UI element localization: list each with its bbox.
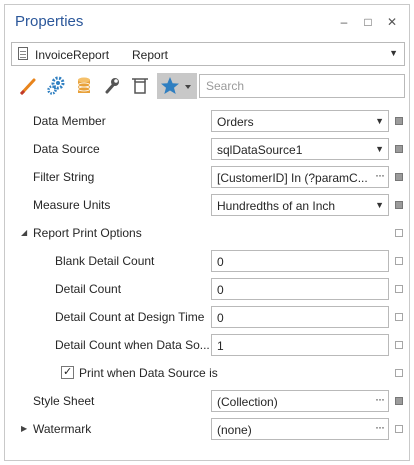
watermark-editor[interactable]: (none) ···	[211, 418, 389, 440]
collapse-triangle-icon[interactable]: ◢	[21, 228, 27, 237]
property-marker-icon[interactable]	[395, 173, 403, 181]
gears-icon	[47, 76, 65, 95]
measure-units-dropdown[interactable]: Hundredths of an Inch ▼	[211, 194, 389, 216]
property-marker-icon[interactable]	[395, 201, 403, 209]
label-print-when-empty: Print when Data Source is	[79, 366, 218, 380]
watermark-value: (none)	[217, 423, 252, 437]
row-watermark[interactable]: ▶ Watermark (none) ···	[11, 415, 405, 443]
report-icon	[18, 47, 28, 60]
detail-count-design-input[interactable]: 0	[211, 306, 389, 328]
row-blank-detail-count: Blank Detail Count 0	[11, 247, 405, 275]
search-input[interactable]: Search	[199, 74, 405, 98]
row-data-member: Data Member Orders ▼	[11, 107, 405, 135]
data-source-dropdown[interactable]: sqlDataSource1 ▼	[211, 138, 389, 160]
close-button[interactable]: ✕	[383, 13, 401, 31]
wrench-icon	[105, 78, 119, 94]
row-filter-string: Filter String [CustomerID] In (?paramC..…	[11, 163, 405, 191]
row-measure-units: Measure Units Hundredths of an Inch ▼	[11, 191, 405, 219]
ellipsis-button[interactable]: ···	[375, 168, 385, 182]
chevron-down-icon[interactable]: ▼	[375, 200, 384, 210]
style-sheet-value: (Collection)	[217, 395, 278, 409]
chevron-down-icon[interactable]: ▼	[389, 48, 398, 58]
panel-title: Properties	[15, 13, 84, 30]
detail-count-design-value: 0	[217, 311, 224, 325]
property-marker-icon[interactable]	[395, 229, 403, 237]
label-measure-units: Measure Units	[33, 198, 111, 212]
property-marker-icon[interactable]	[395, 397, 403, 405]
layout-icon	[132, 78, 148, 94]
design-button[interactable]	[99, 73, 125, 99]
property-marker-icon[interactable]	[395, 285, 403, 293]
filter-string-value: [CustomerID] In (?paramC...	[217, 171, 367, 185]
maximize-button[interactable]: □	[359, 13, 377, 31]
property-marker-icon[interactable]	[395, 117, 403, 125]
label-detail-count: Detail Count	[55, 282, 122, 296]
expand-triangle-icon[interactable]: ▶	[21, 424, 27, 433]
label-data-source: Data Source	[33, 142, 100, 156]
blank-detail-count-input[interactable]: 0	[211, 250, 389, 272]
ellipsis-button[interactable]: ···	[375, 420, 385, 434]
label-blank-detail-count: Blank Detail Count	[55, 254, 155, 268]
property-marker-icon[interactable]	[395, 369, 403, 377]
style-sheet-editor[interactable]: (Collection) ···	[211, 390, 389, 412]
row-detail-count-empty: Detail Count when Data So... 1	[11, 331, 405, 359]
row-detail-count-design: Detail Count at Design Time 0	[11, 303, 405, 331]
detail-count-empty-input[interactable]: 1	[211, 334, 389, 356]
data-source-value: sqlDataSource1	[217, 143, 303, 157]
row-style-sheet: Style Sheet (Collection) ···	[11, 387, 405, 415]
detail-count-value: 0	[217, 283, 224, 297]
row-detail-count: Detail Count 0	[11, 275, 405, 303]
label-style-sheet: Style Sheet	[33, 394, 95, 408]
label-detail-count-design: Detail Count at Design Time	[55, 310, 205, 324]
blank-detail-count-value: 0	[217, 255, 224, 269]
measure-units-value: Hundredths of an Inch	[217, 199, 336, 213]
minimize-button[interactable]: –	[335, 13, 353, 31]
object-name: InvoiceReport	[35, 48, 110, 62]
database-icon	[77, 77, 91, 93]
detail-count-empty-value: 1	[217, 339, 224, 353]
chevron-down-icon[interactable]: ▼	[375, 144, 384, 154]
ellipsis-button[interactable]: ···	[375, 392, 385, 406]
label-filter-string: Filter String	[33, 170, 95, 184]
object-selector[interactable]: InvoiceReport Report ▼	[11, 42, 405, 66]
property-marker-icon[interactable]	[395, 313, 403, 321]
label-detail-count-empty: Detail Count when Data So...	[55, 338, 210, 352]
label-watermark: Watermark	[33, 422, 92, 436]
filter-string-editor[interactable]: [CustomerID] In (?paramC... ···	[211, 166, 389, 188]
chevron-down-icon[interactable]: ▼	[375, 116, 384, 126]
print-when-empty-checkbox[interactable]	[61, 365, 74, 379]
label-data-member: Data Member	[33, 114, 106, 128]
property-marker-icon[interactable]	[395, 257, 403, 265]
property-marker-icon[interactable]	[395, 425, 403, 433]
layout-button[interactable]	[127, 73, 153, 99]
toolbar: Search	[11, 71, 405, 101]
row-report-print-options[interactable]: ◢ Report Print Options	[11, 219, 405, 247]
behavior-button[interactable]	[43, 73, 69, 99]
favorites-button[interactable]	[157, 73, 197, 99]
property-marker-icon[interactable]	[395, 145, 403, 153]
row-print-when-empty: Print when Data Source is	[11, 359, 405, 387]
data-button[interactable]	[71, 73, 97, 99]
appearance-button[interactable]	[15, 73, 41, 99]
label-report-print-options: Report Print Options	[33, 226, 142, 240]
properties-panel: Properties – □ ✕ InvoiceReport Report ▼	[4, 4, 410, 461]
row-data-source: Data Source sqlDataSource1 ▼	[11, 135, 405, 163]
brush-icon	[19, 78, 36, 96]
property-marker-icon[interactable]	[395, 341, 403, 349]
data-member-value: Orders	[217, 115, 254, 129]
object-type: Report	[132, 48, 169, 62]
data-member-dropdown[interactable]: Orders ▼	[211, 110, 389, 132]
title-bar: Properties – □ ✕	[5, 5, 409, 39]
star-icon	[161, 77, 191, 94]
detail-count-input[interactable]: 0	[211, 278, 389, 300]
